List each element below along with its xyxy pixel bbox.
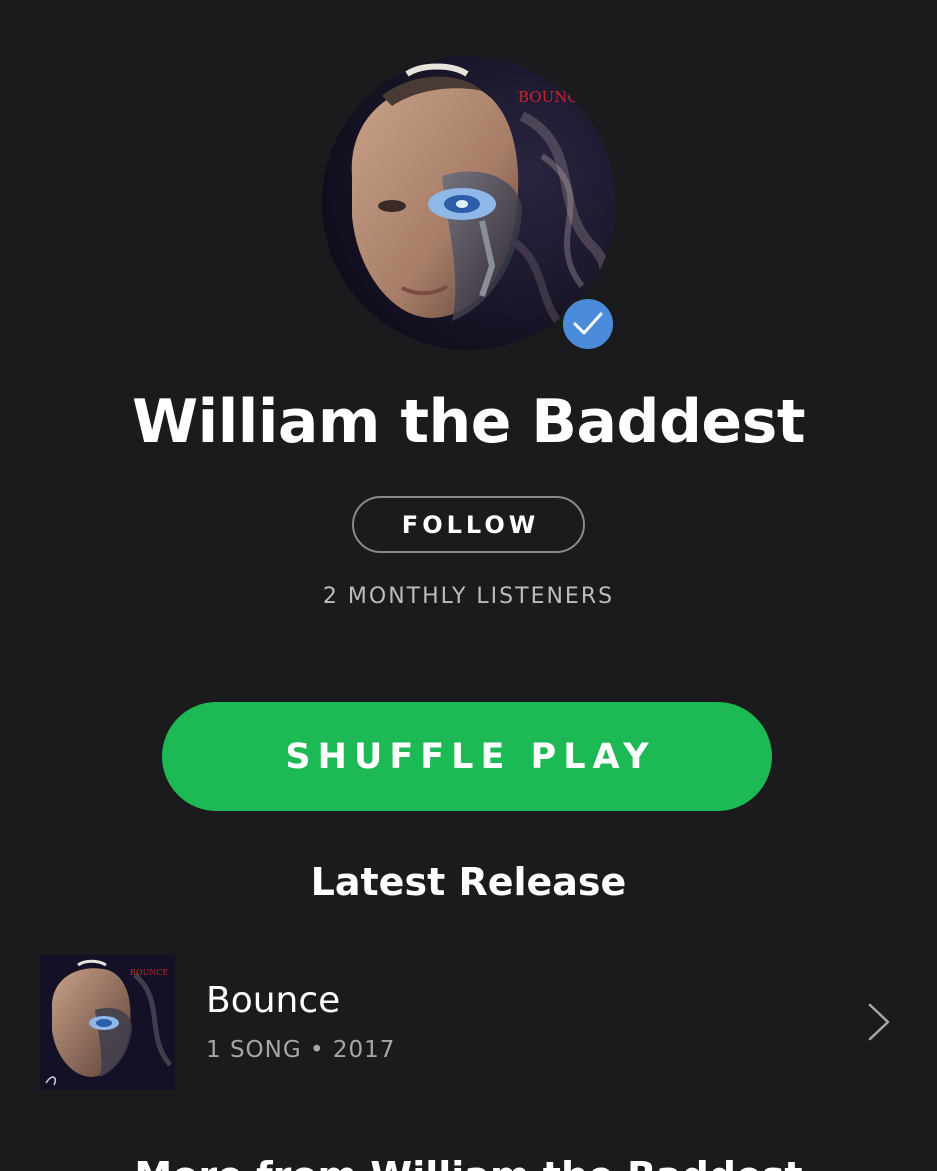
latest-release-heading: Latest Release [310, 860, 627, 904]
release-title: Bounce [206, 980, 341, 1021]
monthly-listeners: 2 MONTHLY LISTENERS [322, 584, 615, 609]
shuffle-play-button[interactable]: SHUFFLE PLAY [162, 702, 772, 811]
artist-name: William the Baddest [131, 387, 806, 457]
release-meta: 1 SONG • 2017 [206, 1037, 396, 1063]
check-icon [573, 312, 603, 335]
follow-button[interactable]: FOLLOW [352, 496, 585, 553]
avatar-overlay-text: BOUNCE [518, 88, 590, 106]
verified-badge [560, 296, 616, 352]
artist-page: BOUNCE William the Baddest FOLLOW 2 MONT… [0, 0, 937, 1171]
cover-overlay-text: BOUNCE [130, 968, 168, 977]
chevron-right-icon[interactable] [862, 1001, 896, 1043]
more-from-artist-heading: More from William the Baddest [0, 1150, 937, 1171]
artist-avatar-container: BOUNCE [322, 56, 616, 352]
release-cover-art: BOUNCE [40, 955, 175, 1090]
latest-release-row[interactable]: BOUNCE Bounce 1 SONG • 2017 [0, 955, 937, 1091]
